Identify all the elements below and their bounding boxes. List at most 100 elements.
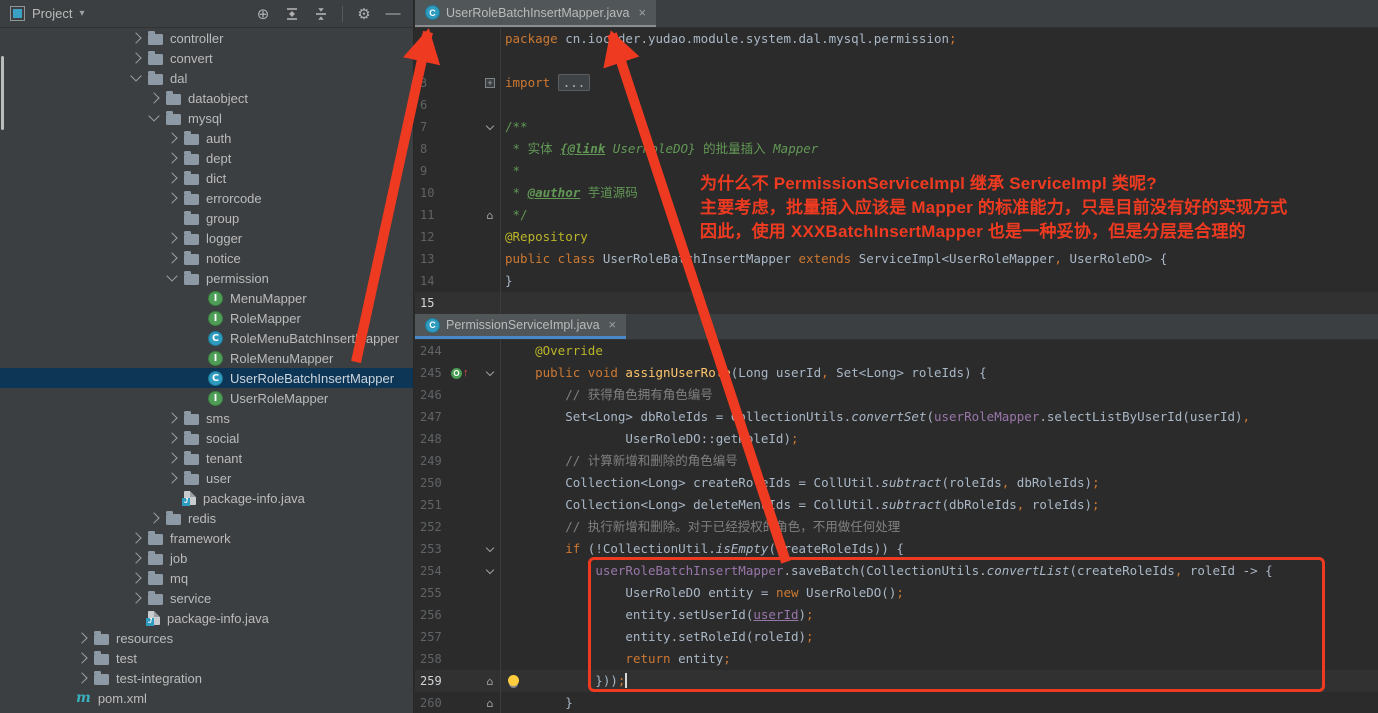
project-title[interactable]: Project <box>32 6 72 21</box>
hide-panel-icon[interactable]: — <box>385 6 401 22</box>
chevron-collapsed-icon[interactable] <box>76 672 87 683</box>
tree-item-userrolemapper[interactable]: IUserRoleMapper <box>0 388 413 408</box>
chevron-expanded-icon[interactable] <box>166 270 177 281</box>
code-line-2[interactable]: 2 <box>415 50 1378 72</box>
code-line-15[interactable]: 15 <box>415 292 1378 314</box>
tree-item-tenant[interactable]: tenant <box>0 448 413 468</box>
code-line-247[interactable]: 247 Set<Long> dbRoleIds = CollectionUtil… <box>415 406 1378 428</box>
code-line-3[interactable]: 3+import ... <box>415 72 1378 94</box>
tree-item-dept[interactable]: dept <box>0 148 413 168</box>
fold-expand-icon[interactable]: + <box>485 78 495 88</box>
code-line-12[interactable]: 12@Repository <box>415 226 1378 248</box>
chevron-down-icon[interactable]: ▾ <box>79 8 84 19</box>
chevron-collapsed-icon[interactable] <box>130 52 141 63</box>
tree-item-controller[interactable]: controller <box>0 28 413 48</box>
close-icon[interactable]: × <box>638 8 646 18</box>
chevron-collapsed-icon[interactable] <box>76 632 87 643</box>
code-line-10[interactable]: 10 * @author 芋道源码 <box>415 182 1378 204</box>
code-line-1[interactable]: 1package cn.iocoder.yudao.module.system.… <box>415 28 1378 50</box>
tree-item-menumapper[interactable]: IMenuMapper <box>0 288 413 308</box>
chevron-collapsed-icon[interactable] <box>166 412 177 423</box>
tree-item-user[interactable]: user <box>0 468 413 488</box>
fold-collapse-icon[interactable] <box>486 121 494 129</box>
code-line-256[interactable]: 256 entity.setUserId(userId); <box>415 604 1378 626</box>
code-line-246[interactable]: 246 // 获得角色拥有角色编号 <box>415 384 1378 406</box>
code-line-6[interactable]: 6 <box>415 94 1378 116</box>
code-line-257[interactable]: 257 entity.setRoleId(roleId); <box>415 626 1378 648</box>
tree-item-rolemenumapper[interactable]: IRoleMenuMapper <box>0 348 413 368</box>
tree-item-rolemapper[interactable]: IRoleMapper <box>0 308 413 328</box>
fold-end-icon[interactable]: ⌂ <box>487 697 494 710</box>
tree-item-dal[interactable]: dal <box>0 68 413 88</box>
tree-item-permission[interactable]: permission <box>0 268 413 288</box>
tree-item-convert[interactable]: convert <box>0 48 413 68</box>
tree-item-package-info.java[interactable]: Jpackage-info.java <box>0 488 413 508</box>
tree-item-mysql[interactable]: mysql <box>0 108 413 128</box>
code-line-244[interactable]: 244 @Override <box>415 340 1378 362</box>
tree-item-notice[interactable]: notice <box>0 248 413 268</box>
tree-item-service[interactable]: service <box>0 588 413 608</box>
tree-item-social[interactable]: social <box>0 428 413 448</box>
fold-end-icon[interactable]: ⌂ <box>487 209 494 222</box>
chevron-collapsed-icon[interactable] <box>130 32 141 43</box>
chevron-collapsed-icon[interactable] <box>130 532 141 543</box>
editor-bottom[interactable]: C PermissionServiceImpl.java × 244 @Over… <box>415 314 1378 713</box>
chevron-collapsed-icon[interactable] <box>166 252 177 263</box>
chevron-collapsed-icon[interactable] <box>166 452 177 463</box>
tree-item-group[interactable]: group <box>0 208 413 228</box>
tree-item-package-info.java[interactable]: Jpackage-info.java <box>0 608 413 628</box>
chevron-collapsed-icon[interactable] <box>166 132 177 143</box>
code-line-255[interactable]: 255 UserRoleDO entity = new UserRoleDO()… <box>415 582 1378 604</box>
code-line-245[interactable]: 245O↑ public void assignUserRole(Long us… <box>415 362 1378 384</box>
tree-item-sms[interactable]: sms <box>0 408 413 428</box>
intention-bulb-icon[interactable] <box>508 675 519 686</box>
settings-gear-icon[interactable]: ⚙ <box>356 6 372 22</box>
tree-item-userrolebatchinsertmapper[interactable]: CUserRoleBatchInsertMapper <box>0 368 413 388</box>
code-line-253[interactable]: 253 if (!CollectionUtil.isEmpty(createRo… <box>415 538 1378 560</box>
overrides-method-icon[interactable]: O <box>451 368 462 379</box>
collapse-all-icon[interactable] <box>284 6 300 22</box>
chevron-collapsed-icon[interactable] <box>166 432 177 443</box>
fold-end-icon[interactable]: ⌂ <box>487 675 494 688</box>
code-line-13[interactable]: 13public class UserRoleBatchInsertMapper… <box>415 248 1378 270</box>
chevron-collapsed-icon[interactable] <box>166 172 177 183</box>
tree-item-rolemenubatchinsertmapper[interactable]: CRoleMenuBatchInsertMapper <box>0 328 413 348</box>
tree-item-mq[interactable]: mq <box>0 568 413 588</box>
code-line-259[interactable]: 259⌂ })); <box>415 670 1378 692</box>
tab-userrolebatchinsertmapper[interactable]: C UserRoleBatchInsertMapper.java × <box>415 0 656 27</box>
tree-item-dict[interactable]: dict <box>0 168 413 188</box>
tree-item-test[interactable]: test <box>0 648 413 668</box>
code-line-9[interactable]: 9 * <box>415 160 1378 182</box>
code-line-258[interactable]: 258 return entity; <box>415 648 1378 670</box>
chevron-collapsed-icon[interactable] <box>166 192 177 203</box>
tab-permissionserviceimpl[interactable]: C PermissionServiceImpl.java × <box>415 314 626 339</box>
fold-collapse-icon[interactable] <box>486 367 494 375</box>
chevron-expanded-icon[interactable] <box>130 70 141 81</box>
tree-item-framework[interactable]: framework <box>0 528 413 548</box>
code-line-7[interactable]: 7/** <box>415 116 1378 138</box>
code-line-251[interactable]: 251 Collection<Long> deleteMenuIds = Col… <box>415 494 1378 516</box>
code-line-14[interactable]: 14} <box>415 270 1378 292</box>
chevron-collapsed-icon[interactable] <box>166 472 177 483</box>
code-line-254[interactable]: 254 userRoleBatchInsertMapper.saveBatch(… <box>415 560 1378 582</box>
tree-item-auth[interactable]: auth <box>0 128 413 148</box>
tree-item-dataobject[interactable]: dataobject <box>0 88 413 108</box>
chevron-collapsed-icon[interactable] <box>166 232 177 243</box>
editor-top[interactable]: C UserRoleBatchInsertMapper.java × 1pack… <box>415 0 1378 314</box>
chevron-collapsed-icon[interactable] <box>130 572 141 583</box>
code-line-8[interactable]: 8 * 实体 {@link UserRoleDO} 的批量插入 Mapper <box>415 138 1378 160</box>
tree-item-logger[interactable]: logger <box>0 228 413 248</box>
tree-scrollbar[interactable] <box>1 56 4 130</box>
tree-item-redis[interactable]: redis <box>0 508 413 528</box>
code-line-248[interactable]: 248 UserRoleDO::getRoleId); <box>415 428 1378 450</box>
code-line-260[interactable]: 260⌂ } <box>415 692 1378 713</box>
chevron-collapsed-icon[interactable] <box>130 552 141 563</box>
top-code[interactable]: 1package cn.iocoder.yudao.module.system.… <box>415 28 1378 314</box>
chevron-collapsed-icon[interactable] <box>166 152 177 163</box>
expand-collapse-icon[interactable] <box>313 6 329 22</box>
close-icon[interactable]: × <box>609 320 617 330</box>
tree-item-errorcode[interactable]: errorcode <box>0 188 413 208</box>
chevron-collapsed-icon[interactable] <box>148 512 159 523</box>
fold-collapse-icon[interactable] <box>486 565 494 573</box>
fold-collapse-icon[interactable] <box>486 543 494 551</box>
